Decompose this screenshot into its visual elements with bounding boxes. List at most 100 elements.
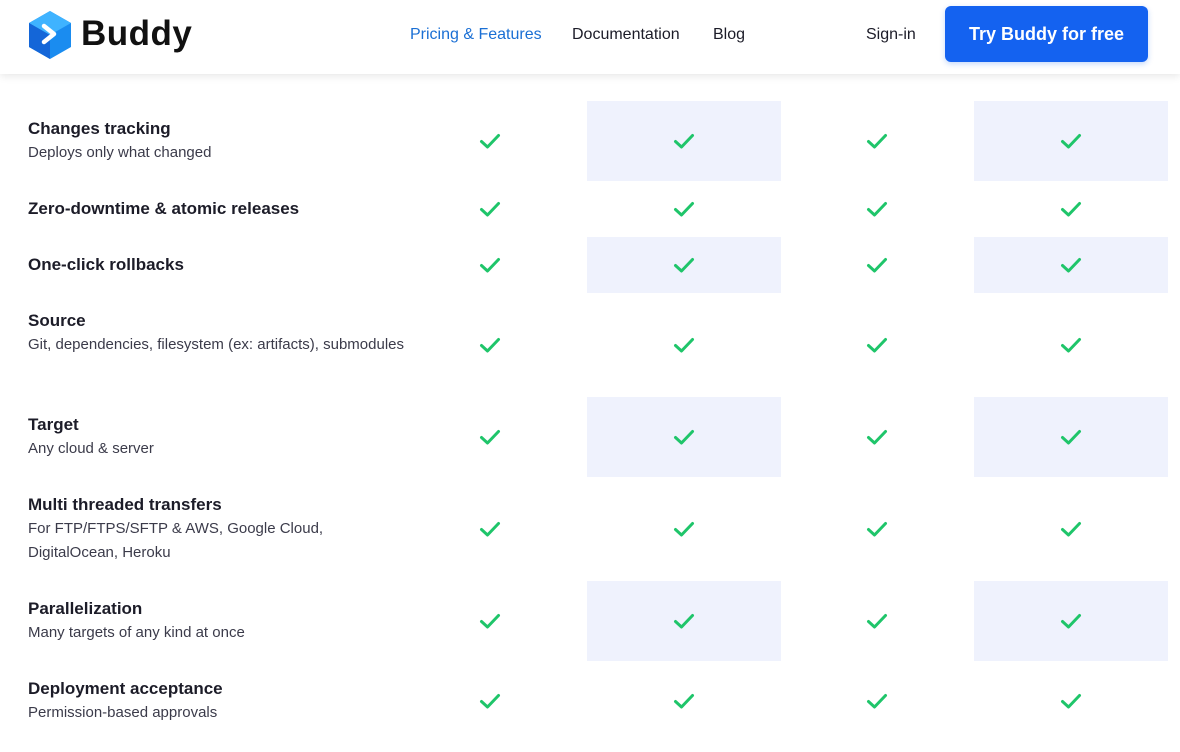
- feature-cell: Parallelization Many targets of any kind …: [28, 597, 408, 645]
- feature-cell: One-click rollbacks: [28, 253, 408, 277]
- checkmark-icon: [1061, 694, 1081, 709]
- feature-description: Git, dependencies, filesystem (ex: artif…: [28, 336, 404, 353]
- feature-cell: Zero-downtime & atomic releases: [28, 197, 408, 221]
- plan-cell: [393, 581, 587, 661]
- feature-cell: Multi threaded transfers For FTP/FTPS/SFT…: [28, 493, 408, 565]
- checkmark-icon: [867, 430, 887, 445]
- plan-cell: [393, 293, 587, 397]
- try-free-button[interactable]: Try Buddy for free: [945, 6, 1148, 62]
- feature-cell: Deployment acceptance Permission-based ap…: [28, 677, 408, 725]
- feature-title: One-click rollbacks: [28, 255, 184, 274]
- table-row: Target Any cloud & server: [0, 397, 1180, 477]
- plan-cell: [393, 237, 587, 293]
- plan-cell: [587, 477, 781, 581]
- checkmark-icon: [480, 522, 500, 537]
- plan-cell: [974, 293, 1168, 397]
- nav-link-pricing-features[interactable]: Pricing & Features: [410, 22, 542, 48]
- plan-cell: [393, 661, 587, 741]
- plan-cell: [587, 101, 781, 181]
- table-row: Parallelization Many targets of any kind …: [0, 581, 1180, 661]
- plan-cell: [780, 101, 974, 181]
- buddy-logo-icon: [29, 11, 71, 59]
- checkmark-icon: [674, 134, 694, 149]
- plan-cell: [587, 293, 781, 397]
- table-row: Zero-downtime & atomic releases: [0, 181, 1180, 237]
- feature-description: Any cloud & server: [28, 440, 154, 457]
- plan-cell: [587, 661, 781, 741]
- checkmark-icon: [867, 258, 887, 273]
- checkmark-icon: [867, 694, 887, 709]
- checkmark-icon: [480, 134, 500, 149]
- brand-name: Buddy: [81, 14, 193, 53]
- checkmark-icon: [674, 430, 694, 445]
- plan-cell: [587, 181, 781, 237]
- feature-description: For FTP/FTPS/SFTP & AWS, Google Cloud, D…: [28, 520, 324, 561]
- checkmark-icon: [867, 134, 887, 149]
- checkmark-icon: [1061, 202, 1081, 217]
- checkmark-icon: [480, 614, 500, 629]
- checkmark-icon: [480, 202, 500, 217]
- checkmark-icon: [674, 338, 694, 353]
- checkmark-icon: [674, 202, 694, 217]
- feature-title: Source: [28, 311, 86, 330]
- checkmark-icon: [1061, 522, 1081, 537]
- plan-cell: [587, 237, 781, 293]
- plan-cell: [974, 181, 1168, 237]
- feature-title: Parallelization: [28, 599, 143, 618]
- checkmark-icon: [867, 614, 887, 629]
- plan-cell: [780, 181, 974, 237]
- table-row: One-click rollbacks: [0, 237, 1180, 293]
- feature-title: Target: [28, 415, 79, 434]
- checkmark-icon: [1061, 134, 1081, 149]
- nav-link-blog[interactable]: Blog: [713, 22, 745, 48]
- plan-cell: [393, 101, 587, 181]
- plan-cell: [974, 397, 1168, 477]
- plan-cell: [587, 581, 781, 661]
- plan-cell: [974, 581, 1168, 661]
- checkmark-icon: [480, 430, 500, 445]
- table-row: Changes tracking Deploys only what change…: [0, 101, 1180, 181]
- checkmark-icon: [867, 202, 887, 217]
- nav-link-documentation[interactable]: Documentation: [572, 22, 680, 48]
- feature-description: Deploys only what changed: [28, 144, 212, 161]
- checkmark-icon: [674, 258, 694, 273]
- plan-cell: [393, 477, 587, 581]
- checkmark-icon: [674, 694, 694, 709]
- checkmark-icon: [480, 258, 500, 273]
- plan-cell: [587, 397, 781, 477]
- table-row: Source Git, dependencies, filesystem (ex:…: [0, 293, 1180, 397]
- sign-in-link[interactable]: Sign-in: [866, 22, 916, 48]
- checkmark-icon: [1061, 338, 1081, 353]
- top-navigation-bar: Buddy Pricing & Features Documentation B…: [0, 0, 1180, 74]
- table-row: Deployment acceptance Permission-based ap…: [0, 661, 1180, 741]
- plan-cell: [780, 293, 974, 397]
- checkmark-icon: [867, 338, 887, 353]
- feature-title: Multi threaded transfers: [28, 495, 222, 514]
- plan-cell: [974, 477, 1168, 581]
- plan-cell: [780, 477, 974, 581]
- plan-cell: [780, 581, 974, 661]
- checkmark-icon: [674, 522, 694, 537]
- plan-cell: [393, 181, 587, 237]
- checkmark-icon: [1061, 258, 1081, 273]
- feature-title: Deployment acceptance: [28, 679, 223, 698]
- plan-cell: [974, 101, 1168, 181]
- plan-cell: [780, 237, 974, 293]
- checkmark-icon: [867, 522, 887, 537]
- checkmark-icon: [674, 614, 694, 629]
- feature-cell: Target Any cloud & server: [28, 413, 408, 461]
- feature-cell: Changes tracking Deploys only what change…: [28, 117, 408, 165]
- checkmark-icon: [1061, 614, 1081, 629]
- brand-logo[interactable]: Buddy: [27, 9, 192, 59]
- checkmark-icon: [1061, 430, 1081, 445]
- plan-cell: [974, 661, 1168, 741]
- table-row: Multi threaded transfers For FTP/FTPS/SFT…: [0, 477, 1180, 581]
- plan-cell: [974, 237, 1168, 293]
- feature-title: Changes tracking: [28, 119, 171, 138]
- plan-cell: [393, 397, 587, 477]
- feature-description: Permission-based approvals: [28, 704, 218, 721]
- checkmark-icon: [480, 338, 500, 353]
- checkmark-icon: [480, 694, 500, 709]
- feature-title: Zero-downtime & atomic releases: [28, 199, 300, 218]
- plan-cell: [780, 397, 974, 477]
